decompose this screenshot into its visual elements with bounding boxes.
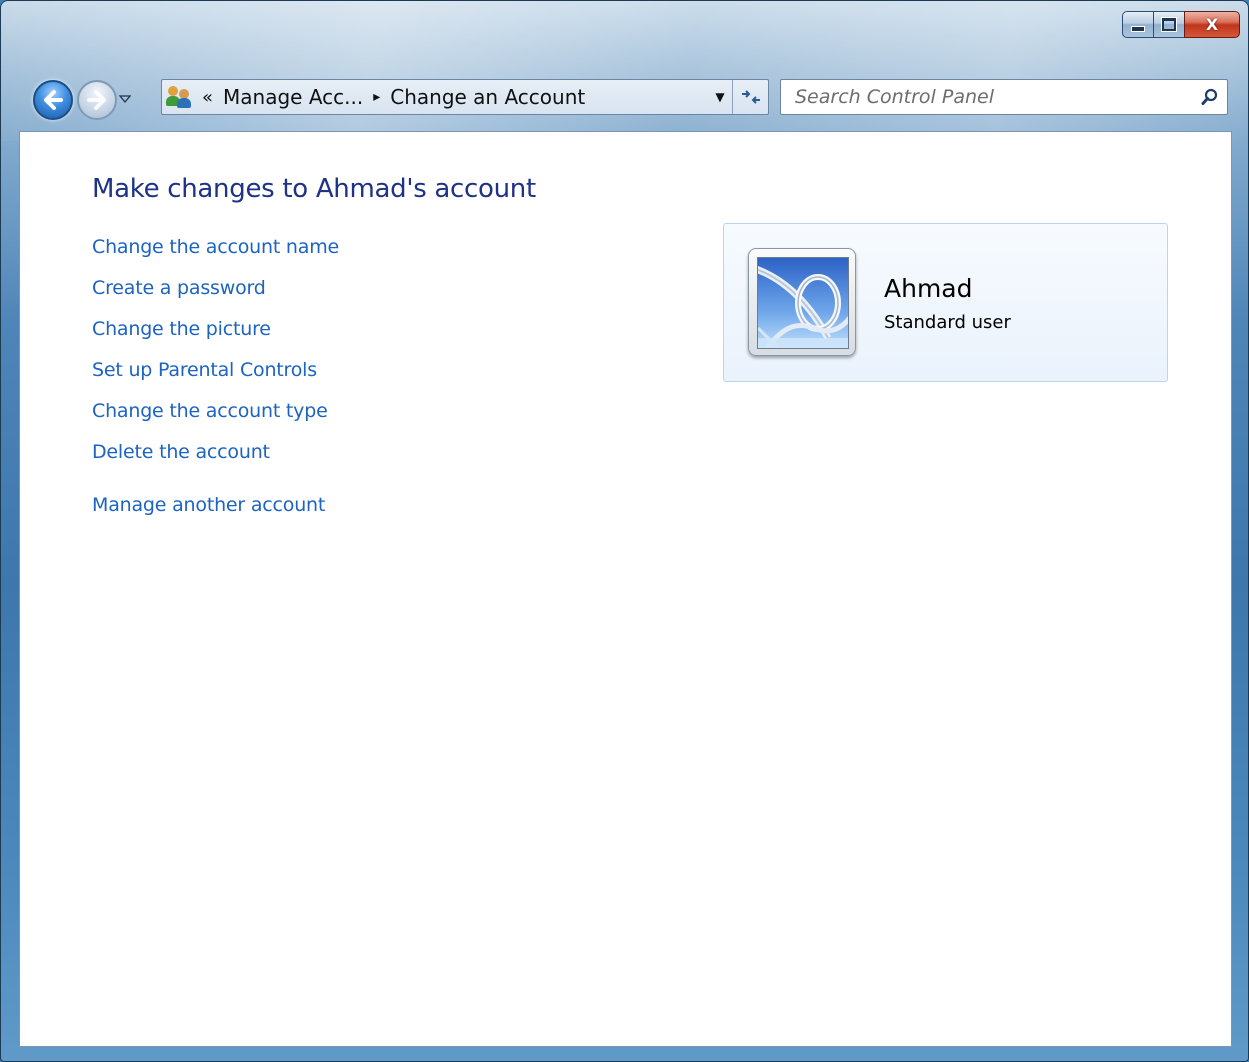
manage-another-account-link[interactable]: Manage another account bbox=[92, 494, 325, 516]
minimize-button[interactable] bbox=[1122, 11, 1153, 38]
breadcrumb-overflow-chevron[interactable]: « bbox=[202, 87, 213, 108]
search-input[interactable] bbox=[781, 85, 1193, 109]
account-name: Ahmad bbox=[884, 274, 973, 303]
delete-account-link[interactable]: Delete the account bbox=[92, 441, 270, 463]
breadcrumb-item-manage-accounts[interactable]: Manage Acc... bbox=[223, 85, 363, 109]
list-item: Change the picture bbox=[92, 318, 339, 359]
parental-controls-link[interactable]: Set up Parental Controls bbox=[92, 359, 317, 381]
address-bar[interactable]: « Manage Acc... ▸ Change an Account ▼ bbox=[161, 79, 769, 115]
close-button[interactable]: X bbox=[1184, 11, 1240, 38]
minimize-icon bbox=[1131, 25, 1145, 32]
control-panel-window: X « Manage Acc... ▸ Change an Account ▼ … bbox=[0, 0, 1249, 1062]
caption-buttons: X bbox=[1122, 11, 1240, 38]
create-password-link[interactable]: Create a password bbox=[92, 277, 266, 299]
avatar bbox=[748, 248, 856, 356]
navigation-buttons bbox=[33, 75, 132, 125]
search-box bbox=[780, 79, 1228, 115]
maximize-button[interactable] bbox=[1153, 11, 1184, 38]
forward-button[interactable] bbox=[77, 80, 117, 120]
recent-pages-dropdown[interactable] bbox=[118, 94, 132, 107]
refresh-button[interactable] bbox=[732, 80, 768, 114]
refresh-icon bbox=[741, 90, 760, 104]
list-item: Set up Parental Controls bbox=[92, 359, 339, 400]
breadcrumb: « Manage Acc... ▸ Change an Account bbox=[162, 80, 708, 114]
change-account-name-link[interactable]: Change the account name bbox=[92, 236, 339, 258]
back-arrow-icon bbox=[44, 90, 63, 110]
search-button[interactable] bbox=[1193, 88, 1227, 106]
change-account-type-link[interactable]: Change the account type bbox=[92, 400, 328, 422]
manage-another-account-container: Manage another account bbox=[92, 494, 325, 516]
chevron-down-icon bbox=[118, 94, 132, 103]
list-item: Create a password bbox=[92, 277, 339, 318]
breadcrumb-item-change-account[interactable]: Change an Account bbox=[390, 85, 585, 109]
back-button[interactable] bbox=[33, 80, 73, 120]
close-icon: X bbox=[1205, 15, 1219, 34]
list-item: Delete the account bbox=[92, 441, 339, 482]
maximize-icon bbox=[1162, 18, 1176, 31]
list-item: Change the account type bbox=[92, 400, 339, 441]
user-accounts-icon bbox=[166, 86, 194, 108]
roller-coaster-picture-icon bbox=[757, 257, 849, 349]
account-card: Ahmad Standard user bbox=[723, 223, 1168, 382]
change-picture-link[interactable]: Change the picture bbox=[92, 318, 271, 340]
address-dropdown-button[interactable]: ▼ bbox=[708, 80, 732, 114]
search-icon bbox=[1201, 88, 1218, 105]
account-type: Standard user bbox=[884, 312, 1011, 333]
forward-arrow-icon bbox=[87, 90, 106, 110]
content-pane: Make changes to Ahmad's account Change t… bbox=[19, 131, 1232, 1047]
page-title: Make changes to Ahmad's account bbox=[92, 174, 536, 204]
list-item: Change the account name bbox=[92, 236, 339, 277]
breadcrumb-separator[interactable]: ▸ bbox=[373, 89, 380, 105]
account-task-list: Change the account name Create a passwor… bbox=[92, 236, 339, 482]
dropdown-arrow-icon: ▼ bbox=[715, 90, 725, 104]
